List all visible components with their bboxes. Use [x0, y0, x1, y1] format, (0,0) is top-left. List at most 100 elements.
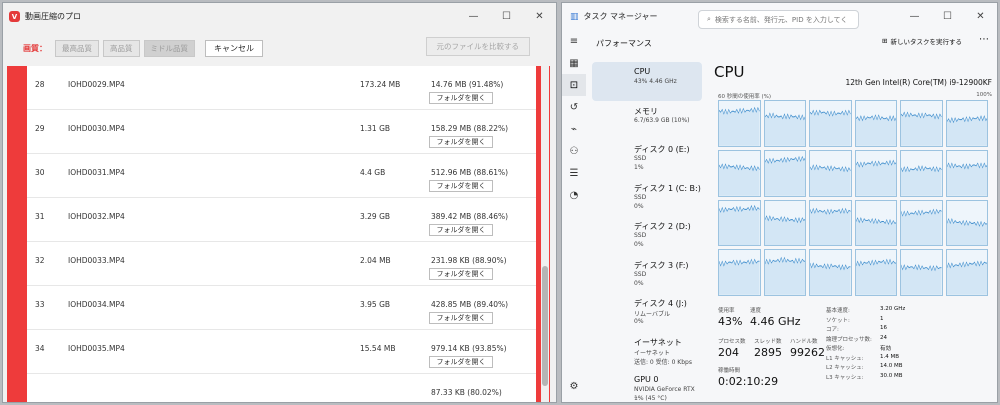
- minimize-button[interactable]: —: [457, 3, 490, 30]
- maximize-button[interactable]: ☐: [490, 3, 523, 30]
- title-bar: V 動画圧縮のプロ — ☐ ✕: [3, 3, 556, 30]
- startup-icon[interactable]: ⌁: [562, 118, 586, 140]
- row-number: 33: [35, 300, 45, 309]
- compressed-result: 512.96 MB (88.61%): [431, 168, 509, 177]
- perf-item[interactable]: ディスク 4 (J:) リムーバブル 0%: [592, 293, 702, 332]
- quality-high-button[interactable]: 高品質: [103, 39, 140, 57]
- perf-thumbnail: [596, 338, 628, 363]
- search-input[interactable]: ⌕ 検索する名前、発行元、PID を入力してく: [698, 10, 859, 29]
- perf-item-sub: 0%: [634, 318, 644, 325]
- perf-thumbnail: [596, 68, 628, 93]
- compare-original-button[interactable]: 元のファイルを比較する: [425, 37, 530, 56]
- perf-item-sub: リムーバブル: [634, 311, 670, 318]
- perf-item-sub: SSD: [634, 270, 647, 278]
- handle-value: 99262: [790, 346, 825, 359]
- processes-icon[interactable]: ▦: [562, 52, 586, 74]
- performance-icon[interactable]: ⊡: [562, 74, 586, 96]
- perf-thumbnail: [596, 376, 628, 401]
- more-options-icon[interactable]: ⋯: [979, 34, 989, 45]
- perf-item[interactable]: ディスク 1 (C: B:) SSD 0%: [592, 178, 702, 217]
- spec-key: L1 キャッシュ:: [826, 355, 864, 362]
- perf-item-sub: イーサネット: [634, 349, 670, 357]
- spec-value: 16: [880, 325, 887, 331]
- perf-item-sub: 1% (45 °C): [634, 395, 667, 402]
- perf-item[interactable]: イーサネット イーサネット 送信: 0 受信: 0 Kbps: [592, 332, 702, 371]
- cpu-panel: CPU 12th Gen Intel(R) Core(TM) i9-12900K…: [714, 63, 994, 402]
- table-row: 28 IOHD0029.MP4 173.24 MB 14.76 MB (91.4…: [27, 66, 536, 110]
- perf-item[interactable]: ディスク 3 (F:) SSD 0%: [592, 255, 702, 294]
- services-icon[interactable]: ◔: [562, 184, 586, 206]
- speed-value: 4.46 GHz: [750, 315, 801, 328]
- hamburger-icon[interactable]: ≡: [562, 30, 586, 52]
- task-manager-window: ▥ タスク マネージャー ⌕ 検索する名前、発行元、PID を入力してく — ☐ …: [561, 2, 998, 403]
- nav-rail: ≡ ▦ ⊡ ↺ ⌁ ⚇ ☰ ◔ ⚙: [562, 30, 586, 402]
- open-folder-button[interactable]: フォルダを開く: [429, 92, 493, 104]
- perf-item-title: イーサネット: [634, 337, 682, 347]
- cancel-button[interactable]: キャンセル: [205, 39, 263, 57]
- maximize-button[interactable]: ☐: [931, 3, 964, 30]
- scrollbar[interactable]: [541, 66, 549, 402]
- original-size: 3.95 GB: [360, 300, 391, 309]
- row-number: 32: [35, 256, 45, 265]
- perf-item[interactable]: GPU 0 NVIDIA GeForce RTX ... 1% (45 °C): [592, 370, 702, 402]
- perf-thumbnail: [596, 145, 628, 170]
- minimize-button[interactable]: —: [898, 3, 931, 30]
- perf-item[interactable]: CPU 43% 4.46 GHz: [592, 62, 702, 101]
- usage-value: 43%: [718, 315, 743, 328]
- core-graph: [945, 249, 988, 296]
- new-task-button[interactable]: ⊞ 新しいタスクを実行する: [882, 36, 962, 46]
- row-number: 28: [35, 80, 45, 89]
- open-folder-button[interactable]: フォルダを開く: [429, 268, 493, 280]
- original-size: 15.54 MB: [360, 344, 396, 353]
- quality-best-button[interactable]: 最高品質: [55, 39, 99, 57]
- app-logo: V: [9, 11, 20, 22]
- core-graph: [945, 100, 988, 147]
- core-graph: [854, 149, 897, 197]
- core-graph: [854, 100, 897, 147]
- spec-value: 1.4 MB: [880, 353, 900, 360]
- perf-item[interactable]: ディスク 2 (D:) SSD 0%: [592, 216, 702, 255]
- open-folder-button[interactable]: フォルダを開く: [429, 136, 493, 148]
- compressed-result: 87.33 KB (80.02%): [431, 388, 502, 397]
- table-row: 29 IOHD0030.MP4 1.31 GB 158.29 MB (88.22…: [27, 110, 536, 154]
- close-button[interactable]: ✕: [964, 3, 997, 30]
- uptime-value: 0:02:10:29: [718, 375, 779, 388]
- quality-mid-button[interactable]: ミドル品質: [143, 39, 195, 57]
- open-folder-button[interactable]: フォルダを開く: [429, 356, 493, 368]
- row-number: 31: [35, 212, 45, 221]
- scrollbar-thumb[interactable]: [542, 266, 548, 386]
- spec-key: ソケット:: [826, 317, 850, 324]
- core-graph: [763, 149, 806, 197]
- core-graph: [945, 149, 988, 197]
- original-size: 1.31 GB: [360, 124, 391, 133]
- window-title: 動画圧縮のプロ: [25, 12, 81, 21]
- usage-label: 使用率: [718, 308, 735, 314]
- settings-icon[interactable]: ⚙: [562, 375, 586, 397]
- spec-value: 1: [880, 315, 884, 322]
- graph-label: 60 秒間の使用率 (%): [718, 94, 772, 100]
- spec-value: 30.0 MB: [880, 372, 903, 379]
- perf-item-title: CPU: [634, 67, 651, 76]
- table-row: 30 IOHD0031.MP4 4.4 GB 512.96 MB (88.61%…: [27, 154, 536, 198]
- table-row: 32 IOHD0033.MP4 2.04 MB 231.98 KB (88.90…: [27, 242, 536, 286]
- perf-item[interactable]: ディスク 0 (E:) SSD 1%: [592, 139, 702, 178]
- open-folder-button[interactable]: フォルダを開く: [429, 224, 493, 236]
- open-folder-button[interactable]: フォルダを開く: [429, 180, 493, 192]
- spec-key: コア:: [826, 327, 839, 333]
- compressed-result: 14.76 MB (91.48%): [431, 80, 504, 89]
- perf-item-title: ディスク 3 (F:): [634, 260, 689, 270]
- open-folder-button[interactable]: フォルダを開く: [429, 312, 493, 324]
- close-button[interactable]: ✕: [523, 3, 556, 30]
- perf-item-title: ディスク 0 (E:): [634, 145, 690, 154]
- details-icon[interactable]: ☰: [562, 162, 586, 184]
- history-icon[interactable]: ↺: [562, 96, 586, 118]
- core-graph: [945, 199, 988, 247]
- perf-thumbnail: [596, 107, 628, 132]
- users-icon[interactable]: ⚇: [562, 140, 586, 162]
- core-graph: [854, 199, 897, 247]
- core-graph: [809, 149, 852, 197]
- row-number: 34: [35, 344, 45, 353]
- perf-item[interactable]: メモリ 6.7/63.9 GB (10%): [592, 101, 702, 140]
- table-row: 31 IOHD0032.MP4 3.29 GB 389.42 MB (88.46…: [27, 198, 536, 242]
- perf-thumbnail: [596, 299, 628, 324]
